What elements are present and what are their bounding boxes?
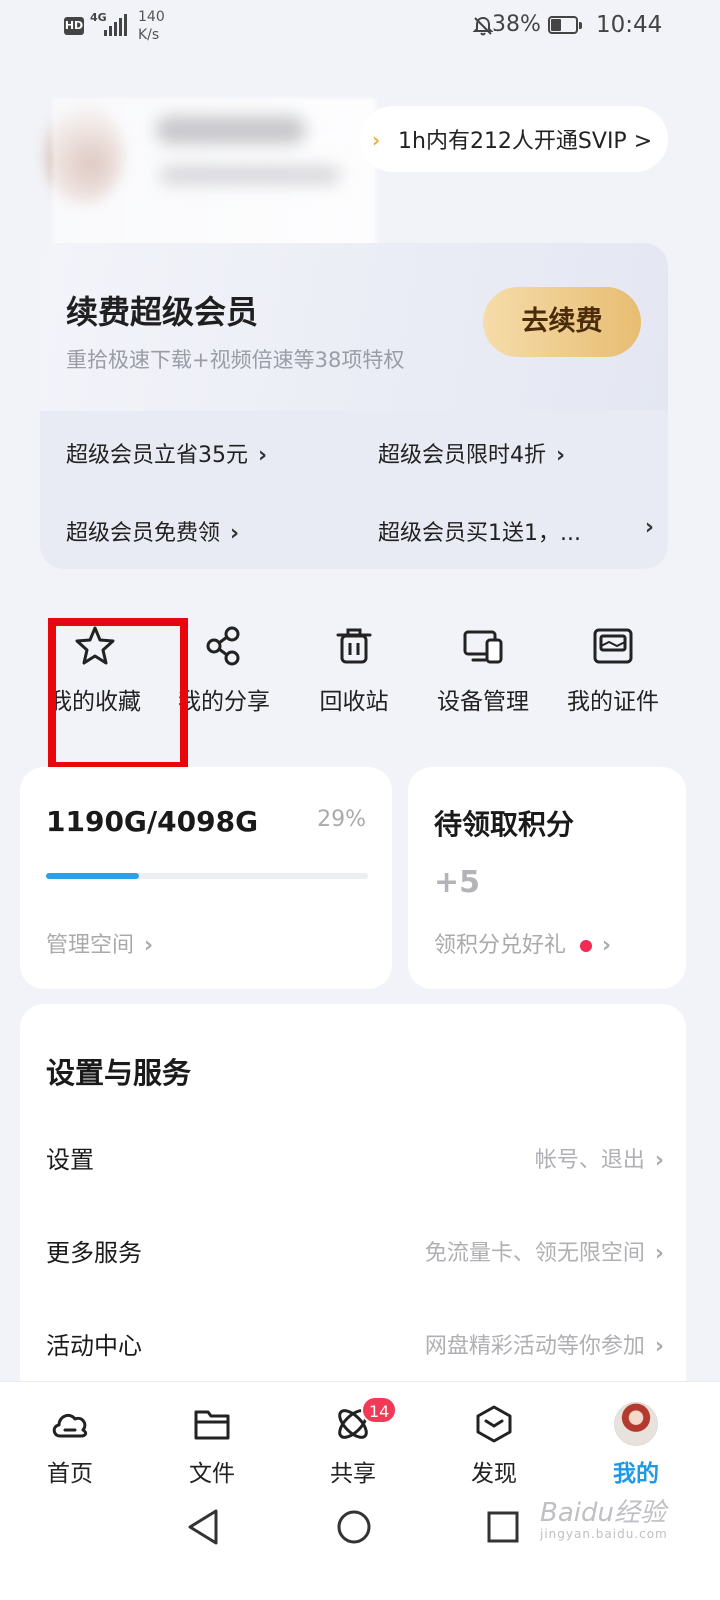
battery-icon <box>548 16 582 34</box>
storage-progress-bar <box>46 873 368 879</box>
annotation-highlight-box <box>48 618 188 770</box>
avatar <box>614 1402 658 1446</box>
vip-link-label: 超级会员立省35元 <box>66 443 248 468</box>
manage-space-link[interactable]: 管理空间 › <box>46 927 153 959</box>
storage-percent: 29% <box>317 807 366 832</box>
vip-link-bogo[interactable]: 超级会员买1送1，... › <box>378 515 654 547</box>
chevron-right-icon: › <box>654 1148 664 1173</box>
watermark-url: jingyan.baidu.com <box>540 1527 668 1541</box>
nav-discover[interactable]: 发现 <box>444 1402 544 1488</box>
vip-card-title: 续费超级会员 <box>66 293 259 331</box>
row-hint: 帐号、退出 › <box>535 1142 664 1174</box>
vip-link-discount[interactable]: 超级会员限时4折 › <box>378 437 565 469</box>
row-hint: 网盘精彩活动等你参加 › <box>425 1328 664 1360</box>
quick-action-recycle-bin[interactable]: 回收站 <box>289 624 419 724</box>
speed-value: 140 <box>138 9 165 25</box>
nav-label: 我的 <box>613 1461 659 1487</box>
vip-link-save[interactable]: 超级会员立省35元 › <box>66 437 267 469</box>
quick-action-id-docs[interactable]: 我的证件 <box>548 624 678 724</box>
bottom-nav: 首页 文件 14 共享 发现 我的 <box>0 1381 720 1600</box>
nav-label: 共享 <box>330 1461 376 1487</box>
nav-me[interactable]: 我的 <box>586 1402 686 1488</box>
svip-promo-pill[interactable]: › 1h内有212人开通SVIP > <box>360 106 668 172</box>
row-hint-text: 网盘精彩活动等你参加 <box>424 1334 645 1359</box>
nav-label: 文件 <box>189 1461 235 1487</box>
chevron-right-icon: › <box>644 515 654 540</box>
battery-percent: 38% <box>492 12 541 37</box>
share-icon <box>206 626 240 666</box>
quick-action-label: 我的证件 <box>567 689 659 715</box>
clock: 10:44 <box>596 12 663 38</box>
settings-section-title: 设置与服务 <box>46 1056 192 1090</box>
home-circle-icon[interactable] <box>336 1508 372 1546</box>
folder-icon <box>194 1410 230 1440</box>
username-blurred <box>156 116 306 144</box>
chevron-right-icon: › <box>258 443 268 468</box>
vip-card-header: 续费超级会员 重拾极速下载+视频倍速等38项特权 去续费 <box>40 243 668 411</box>
nav-share[interactable]: 14 共享 <box>303 1396 403 1488</box>
trash-icon <box>336 628 372 664</box>
storage-card[interactable]: 1190G/4098G 29% 管理空间 › <box>20 767 392 989</box>
vip-link-label: 超级会员免费领 <box>66 521 221 546</box>
network-speed: 140 K/s <box>138 8 165 44</box>
chevron-right-icon: › <box>556 443 566 468</box>
nav-files[interactable]: 文件 <box>162 1402 262 1488</box>
chevron-right-icon: › <box>230 521 240 546</box>
storage-usage: 1190G/4098G <box>46 805 259 838</box>
points-card[interactable]: 待领取积分 +5 领积分兑好礼 › <box>408 767 686 989</box>
back-icon[interactable] <box>186 1508 220 1546</box>
quick-action-devices[interactable]: 设备管理 <box>418 624 548 724</box>
share-badge: 14 <box>361 1396 398 1424</box>
cloud-icon <box>52 1413 88 1438</box>
settings-row-more-services[interactable]: 更多服务 免流量卡、领无限空间 › <box>46 1233 664 1273</box>
watermark-brand: Baidu经验 <box>540 1498 666 1528</box>
cube-icon <box>476 1405 512 1443</box>
nav-label: 首页 <box>47 1461 93 1487</box>
row-label: 活动中心 <box>46 1332 142 1360</box>
vip-link-label: 超级会员买1送1，... <box>378 521 581 546</box>
vip-card-subtitle: 重拾极速下载+视频倍速等38项特权 <box>66 348 405 372</box>
chevron-right-icon: › <box>144 933 154 958</box>
user-info-blurred <box>160 166 340 184</box>
chevron-right-icon: › <box>602 933 612 958</box>
renew-button[interactable]: 去续费 <box>483 287 641 357</box>
notification-dot <box>580 940 593 952</box>
nav-label: 发现 <box>471 1461 517 1487</box>
storage-progress-fill <box>46 873 140 879</box>
chevron-gold-icon: › <box>372 128 381 152</box>
nav-home[interactable]: 首页 <box>20 1402 120 1488</box>
points-value: +5 <box>434 865 481 900</box>
devices-icon <box>463 630 503 664</box>
chevron-right-icon: › <box>654 1334 664 1359</box>
vip-link-free[interactable]: 超级会员免费领 › <box>66 515 239 547</box>
vip-renew-card: 续费超级会员 重拾极速下载+视频倍速等38项特权 去续费 超级会员立省35元 › … <box>40 243 668 569</box>
settings-row-activity-center[interactable]: 活动中心 网盘精彩活动等你参加 › <box>46 1326 664 1366</box>
speed-unit: K/s <box>138 27 160 43</box>
row-hint: 免流量卡、领无限空间 › <box>425 1235 664 1267</box>
hd-indicator: HD <box>64 17 84 35</box>
quick-action-label: 回收站 <box>319 689 389 715</box>
quick-action-label: 设备管理 <box>437 689 529 715</box>
signal-icon <box>104 14 128 36</box>
status-bar: HD 4G 140 K/s 38% 10:44 <box>0 0 720 56</box>
id-card-icon <box>593 628 633 664</box>
points-title: 待领取积分 <box>434 808 575 841</box>
settings-services-card: 设置与服务 设置 帐号、退出 › 更多服务 免流量卡、领无限空间 › 活动中心 网盘… <box>20 1004 686 1424</box>
chevron-right-icon: › <box>654 1241 664 1266</box>
watermark: Baidu经验 jingyan.baidu.com <box>540 1492 668 1541</box>
vip-link-label: 超级会员限时4折 <box>378 443 546 468</box>
recent-apps-icon[interactable] <box>486 1508 520 1546</box>
points-redeem-label: 领积分兑好礼 <box>434 933 567 958</box>
row-label: 更多服务 <box>46 1239 142 1267</box>
row-label: 设置 <box>46 1146 94 1174</box>
row-hint-text: 帐号、退出 <box>534 1148 645 1173</box>
points-redeem-link[interactable]: 领积分兑好礼 › <box>434 927 611 959</box>
row-hint-text: 免流量卡、领无限空间 <box>424 1241 645 1266</box>
manage-space-label: 管理空间 <box>46 933 135 958</box>
svip-promo-text: 1h内有212人开通SVIP > <box>398 129 653 154</box>
mute-bell-icon <box>472 16 494 36</box>
settings-row-settings[interactable]: 设置 帐号、退出 › <box>46 1140 664 1180</box>
